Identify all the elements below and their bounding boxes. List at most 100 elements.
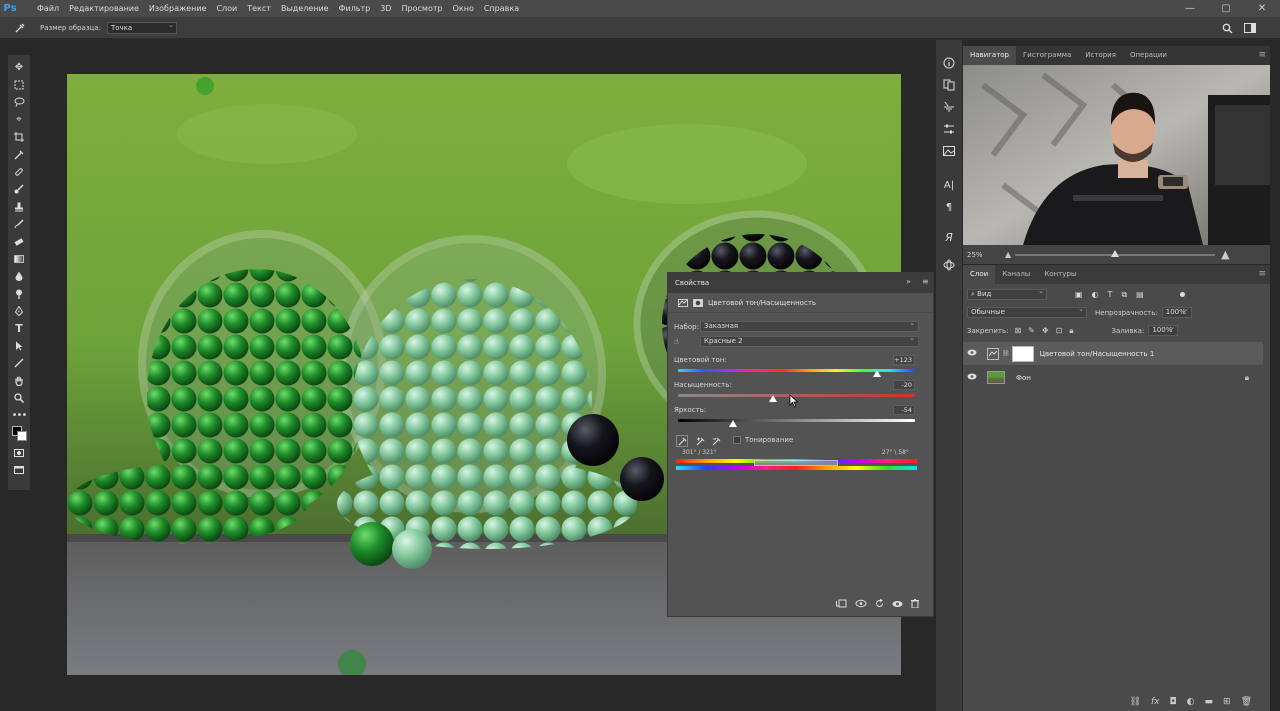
color-swatches[interactable] xyxy=(10,424,28,444)
hue-slider-thumb[interactable] xyxy=(873,370,882,377)
panel-menu-icon[interactable]: ≡ xyxy=(1258,269,1266,279)
lock-all-icon[interactable]: 🔒︎ xyxy=(1069,326,1073,336)
history-brush-tool-icon[interactable] xyxy=(10,216,28,233)
marquee-tool-icon[interactable] xyxy=(10,76,28,93)
tab-layers[interactable]: Слои xyxy=(963,265,996,284)
glyphs-icon[interactable]: Я xyxy=(940,228,958,246)
quick-mask-icon[interactable] xyxy=(10,444,28,461)
filter-smart-object-icon[interactable]: ▤ xyxy=(1136,290,1144,300)
link-icon[interactable]: ⛓︎ xyxy=(1002,350,1010,357)
menu-3d[interactable]: 3D xyxy=(375,4,396,13)
layer-mask-icon[interactable] xyxy=(693,298,703,307)
lock-position-icon[interactable]: ✥ xyxy=(1042,326,1049,336)
target-adjust-hand-icon[interactable]: ☝ xyxy=(674,337,700,346)
lightness-value-field[interactable]: -54 xyxy=(893,405,915,415)
clone-stamp-tool-icon[interactable] xyxy=(10,198,28,215)
search-icon[interactable] xyxy=(1222,17,1233,39)
menu-view[interactable]: Просмотр xyxy=(397,4,448,13)
zoom-value[interactable]: 25% xyxy=(967,251,1005,259)
paragraph-icon[interactable]: ¶ xyxy=(940,198,958,216)
crop-tool-icon[interactable] xyxy=(10,129,28,146)
panel-menu-icon[interactable]: ≡ xyxy=(922,277,929,286)
tab-history[interactable]: История xyxy=(1078,46,1123,65)
colorize-checkbox[interactable] xyxy=(733,436,741,444)
link-layers-icon[interactable]: ⛓︎ xyxy=(1130,697,1141,707)
hue-value-field[interactable]: +123 xyxy=(893,355,915,365)
quick-select-tool-icon[interactable]: ⌖ xyxy=(10,111,28,128)
lightness-slider-thumb[interactable] xyxy=(728,420,737,427)
preset-select[interactable]: Заказная xyxy=(700,319,919,332)
lock-transparent-icon[interactable]: ⊠ xyxy=(1014,326,1021,336)
view-previous-state-icon[interactable] xyxy=(855,599,867,611)
blur-tool-icon[interactable] xyxy=(10,268,28,285)
menu-image[interactable]: Изображение xyxy=(144,4,212,13)
visibility-eye-icon[interactable] xyxy=(963,373,981,382)
eyedropper-tool-icon[interactable] xyxy=(10,146,28,163)
menu-window[interactable]: Окно xyxy=(448,4,479,13)
layer-row[interactable]: Фон 🔒︎ xyxy=(963,366,1263,389)
line-tool-icon[interactable] xyxy=(10,355,28,372)
tab-properties[interactable]: Свойства xyxy=(675,279,709,287)
layer-row[interactable]: ⛓︎ Цветовой тон/Насыщенность 1 xyxy=(963,342,1263,365)
info-icon[interactable] xyxy=(940,54,958,72)
blend-mode-select[interactable]: Обычные xyxy=(967,305,1087,318)
3d-icon[interactable] xyxy=(940,256,958,274)
tab-paths[interactable]: Контуры xyxy=(1037,265,1083,284)
opacity-field[interactable]: 100% xyxy=(1161,305,1192,318)
tab-channels[interactable]: Каналы xyxy=(995,265,1037,284)
screen-mode-icon[interactable] xyxy=(10,462,28,479)
add-mask-icon[interactable]: ◘ xyxy=(1170,697,1177,707)
saturation-value-field[interactable]: -20 xyxy=(893,380,915,390)
clip-to-layer-icon[interactable] xyxy=(836,599,847,611)
fx-icon[interactable]: fx xyxy=(1151,697,1160,707)
menu-file[interactable]: Файл xyxy=(32,4,64,13)
pen-tool-icon[interactable] xyxy=(10,302,28,319)
libraries-icon[interactable] xyxy=(940,76,958,94)
filter-type-icon[interactable]: T xyxy=(1108,290,1113,300)
type-tool-icon[interactable]: T xyxy=(10,320,28,337)
layer-mask-thumbnail[interactable] xyxy=(1011,345,1034,362)
eyedropper-icon[interactable] xyxy=(676,435,688,447)
sample-size-select[interactable]: Точка xyxy=(106,20,177,34)
channel-select[interactable]: Красные 2 xyxy=(700,334,919,347)
character-icon[interactable]: A| xyxy=(940,176,958,194)
eyedropper-minus-icon[interactable] xyxy=(710,435,722,447)
reset-icon[interactable] xyxy=(875,598,884,611)
tab-histogram[interactable]: Гистограмма xyxy=(1016,46,1078,65)
hand-tool-icon[interactable] xyxy=(10,372,28,389)
menu-help[interactable]: Справка xyxy=(479,4,524,13)
lock-image-icon[interactable]: ✎ xyxy=(1028,326,1035,336)
more-tools-icon[interactable]: ••• xyxy=(10,407,28,424)
menu-layers[interactable]: Слои xyxy=(211,4,242,13)
zoom-in-icon[interactable]: ▲ xyxy=(1221,248,1229,261)
filter-pixel-icon[interactable]: ▣ xyxy=(1075,290,1083,300)
filter-shape-icon[interactable]: ⧉ xyxy=(1121,290,1127,300)
path-select-tool-icon[interactable] xyxy=(10,337,28,354)
maximize-button[interactable]: ▢ xyxy=(1208,0,1244,17)
zoom-out-icon[interactable]: ▲ xyxy=(1005,250,1011,259)
zoom-slider-thumb[interactable] xyxy=(1111,249,1120,257)
new-group-icon[interactable]: ▬ xyxy=(1205,697,1214,707)
minimize-button[interactable]: — xyxy=(1172,0,1208,17)
image-icon[interactable] xyxy=(940,142,958,160)
eyedropper-plus-icon[interactable] xyxy=(694,435,706,447)
brush-tool-icon[interactable] xyxy=(10,181,28,198)
lock-artboard-icon[interactable]: ⊡ xyxy=(1056,326,1063,336)
fill-field[interactable]: 100% xyxy=(1148,323,1179,336)
collapse-panel-icon[interactable]: » xyxy=(906,277,911,286)
layer-filter-select[interactable]: ⌕ Вид xyxy=(967,287,1047,300)
brush-settings-icon[interactable] xyxy=(940,120,958,138)
lightness-slider-track[interactable] xyxy=(678,419,915,422)
menu-select[interactable]: Выделение xyxy=(276,4,334,13)
tab-navigator[interactable]: Навигатор xyxy=(963,46,1016,65)
gradient-tool-icon[interactable] xyxy=(10,250,28,267)
panel-menu-icon[interactable]: ≡ xyxy=(1258,50,1266,60)
zoom-tool-icon[interactable] xyxy=(10,389,28,406)
move-tool-icon[interactable]: ✥ xyxy=(10,59,28,76)
lasso-tool-icon[interactable] xyxy=(10,94,28,111)
new-layer-icon[interactable]: ⊞ xyxy=(1223,697,1231,707)
eyedropper-icon[interactable] xyxy=(0,22,40,34)
visibility-eye-icon[interactable] xyxy=(963,349,981,358)
navigator-preview[interactable] xyxy=(963,65,1270,245)
delete-layer-icon[interactable]: 🗑︎ xyxy=(1241,697,1252,707)
